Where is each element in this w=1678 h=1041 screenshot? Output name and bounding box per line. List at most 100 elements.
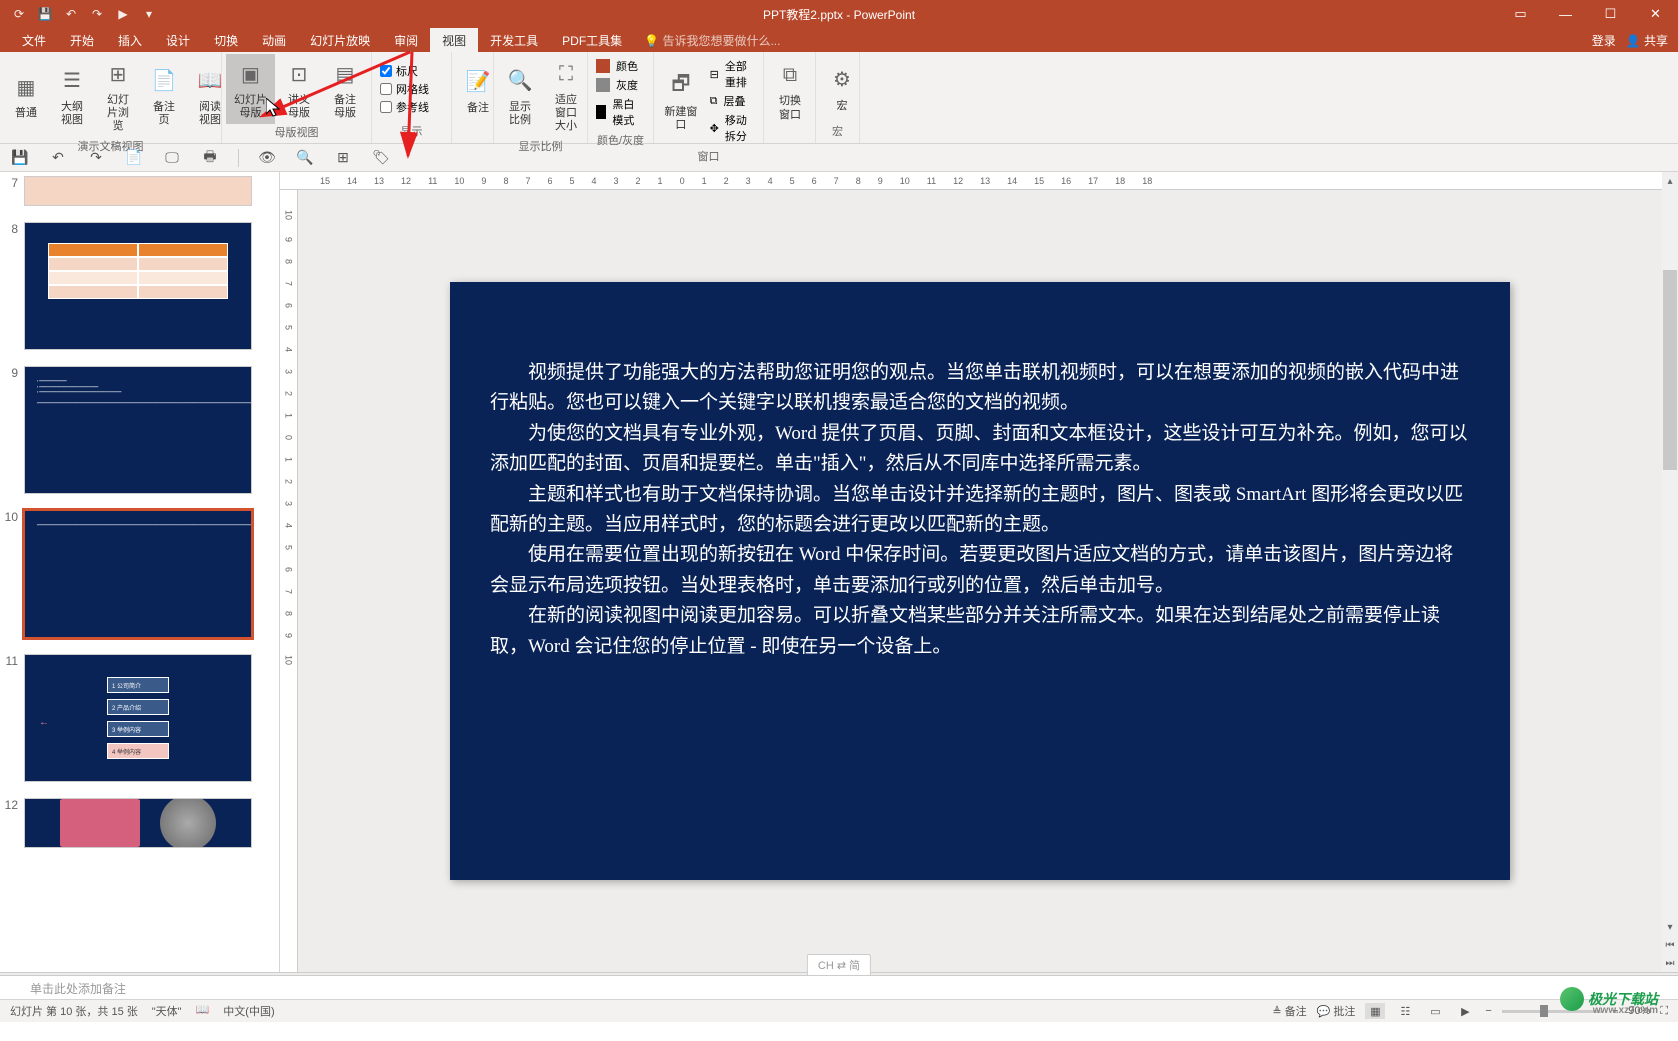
redo-icon[interactable]: ↷: [86, 3, 108, 25]
qat-more-icon[interactable]: ▾: [138, 3, 160, 25]
master-0[interactable]: ▣幻灯片母版: [226, 54, 275, 124]
show-check-1[interactable]: 网格线: [380, 81, 429, 97]
tag-icon[interactable]: 🏷: [371, 148, 391, 168]
redo-icon-2[interactable]: ↷: [86, 148, 106, 168]
color-swatch-icon: [596, 59, 610, 73]
eye-icon[interactable]: 👁: [257, 148, 277, 168]
zoom-icon: ⛶: [550, 58, 582, 90]
menu-tab-3[interactable]: 设计: [154, 28, 202, 53]
menu-tab-1[interactable]: 开始: [58, 28, 106, 53]
macro-button[interactable]: ⚙ 宏: [820, 60, 864, 117]
master-icon: ⊡: [283, 58, 315, 90]
new-window-button[interactable]: 🗗 新建窗口: [658, 66, 704, 136]
slide-thumb-11[interactable]: ← 1 公司简介2 产品介绍3 举例内容4 举例内容: [24, 654, 252, 782]
view-2[interactable]: ⊞幻灯片浏览: [96, 54, 140, 138]
menu-tab-7[interactable]: 审阅: [382, 28, 430, 53]
next-slide-icon[interactable]: ⏭: [1662, 954, 1678, 972]
autosave-icon[interactable]: ⟳: [8, 3, 30, 25]
thumb-number: 10: [4, 510, 24, 524]
minimize-button[interactable]: —: [1543, 0, 1588, 28]
reading-view-icon[interactable]: ▭: [1425, 1003, 1445, 1019]
color-mode-1[interactable]: 灰度: [596, 77, 645, 93]
window-opt-2[interactable]: ✥移动拆分: [710, 112, 755, 144]
thumb-nav-item: 2 产品介绍: [107, 699, 169, 715]
scrollbar-thumb[interactable]: [1663, 270, 1677, 470]
slide-paragraph: 为使您的文档具有专业外观，Word 提供了页眉、页脚、封面和文本框设计，这些设计…: [490, 419, 1470, 480]
undo-icon-2[interactable]: ↶: [48, 148, 68, 168]
show-check-2[interactable]: 参考线: [380, 99, 429, 115]
vertical-scrollbar[interactable]: ▴ ▾ ⏮ ⏭: [1662, 172, 1678, 972]
status-notes-button[interactable]: ≜ 备注: [1272, 1003, 1306, 1019]
slideshow-view-icon[interactable]: ▶: [1455, 1003, 1475, 1019]
nav-icon[interactable]: ⊞: [333, 148, 353, 168]
menu-tab-8[interactable]: 视图: [430, 28, 478, 53]
thumb-number: 7: [4, 176, 24, 190]
master-1[interactable]: ⊡讲义母版: [277, 54, 321, 124]
thumb-nav-item: 4 举例内容: [107, 743, 169, 759]
maximize-button[interactable]: ☐: [1588, 0, 1633, 28]
slide-thumb-12[interactable]: [24, 798, 252, 848]
close-button[interactable]: ✕: [1633, 0, 1678, 28]
login-button[interactable]: 登录: [1592, 32, 1616, 49]
new-icon[interactable]: 📄: [124, 148, 144, 168]
vertical-ruler: 10987654321012345678910: [280, 190, 298, 972]
color-mode-0[interactable]: 颜色: [596, 58, 645, 74]
menu-tab-9[interactable]: 开发工具: [478, 28, 550, 53]
status-comments-button[interactable]: 💬 批注: [1317, 1003, 1356, 1019]
zoom-1[interactable]: ⛶适应窗口大小: [544, 54, 588, 138]
color-mode-2[interactable]: 黑白模式: [596, 96, 645, 128]
master-icon: ▣: [235, 58, 267, 90]
slide-thumb-9[interactable]: ▪ ━━━━━━━━━━━━━▪ ━━━━━━━━━━━━━━━━━━━━━━━…: [24, 366, 252, 494]
slide-thumb-7[interactable]: [24, 176, 252, 206]
slide-paragraph: 在新的阅读视图中阅读更加容易。可以折叠文档某些部分并关注所需文本。如果在达到结尾…: [490, 601, 1470, 662]
thumb-nav-item: 1 公司简介: [107, 677, 169, 693]
group-label-zoom: 显示比例: [498, 138, 583, 156]
zoom-out-icon[interactable]: −: [1485, 1005, 1491, 1017]
scroll-down-icon[interactable]: ▾: [1662, 918, 1678, 936]
ime-indicator[interactable]: CH ⇄ 简: [807, 954, 871, 976]
group-label-show: 显示: [376, 123, 447, 141]
slide-thumb-8[interactable]: [24, 222, 252, 350]
search-icon[interactable]: 🔍: [295, 148, 315, 168]
show-check-0[interactable]: 标尺: [380, 63, 429, 79]
view-0[interactable]: ▦普通: [4, 67, 48, 124]
menu-tab-2[interactable]: 插入: [106, 28, 154, 53]
undo-icon[interactable]: ↶: [60, 3, 82, 25]
save-icon[interactable]: 💾: [34, 3, 56, 25]
switch-window-button[interactable]: ⧉ 切换窗口: [768, 55, 812, 125]
tell-me-search[interactable]: 💡 告诉我您想要做什么...: [644, 32, 780, 49]
scroll-up-icon[interactable]: ▴: [1662, 172, 1678, 190]
slide-thumb-10[interactable]: ━━━━━━━━━━━━━━━━━━━━━━━━━━━━━━━━━━━━━━━━…: [24, 510, 252, 638]
window-opt-1[interactable]: ⧉层叠: [710, 93, 755, 109]
menu-tab-6[interactable]: 幻灯片放映: [298, 28, 382, 53]
ribbon-options-icon[interactable]: ▭: [1498, 0, 1543, 28]
sorter-view-icon[interactable]: ☷: [1395, 1003, 1415, 1019]
menu-tab-5[interactable]: 动画: [250, 28, 298, 53]
thumb-number: 9: [4, 366, 24, 380]
share-button[interactable]: 👤 共享: [1626, 32, 1668, 49]
prev-slide-icon[interactable]: ⏮: [1662, 936, 1678, 954]
zoom-0[interactable]: 🔍显示比例: [498, 61, 542, 131]
view-1[interactable]: ☰大纲视图: [50, 61, 94, 131]
notes-pane[interactable]: 单击此处添加备注 CH ⇄ 简: [0, 975, 1678, 999]
notes-placeholder: 单击此处添加备注: [30, 982, 126, 996]
slideshow-icon-2[interactable]: 🖵: [162, 148, 182, 168]
window-opt-0[interactable]: ⊟全部重排: [710, 58, 755, 90]
status-spellcheck-icon[interactable]: 📖: [196, 1003, 210, 1019]
view-3[interactable]: 📄备注页: [142, 61, 186, 131]
main-slide-canvas[interactable]: 视频提供了功能强大的方法帮助您证明您的观点。当您单击联机视频时，可以在想要添加的…: [450, 282, 1510, 880]
fit-window-icon[interactable]: ⛶: [1660, 1005, 1668, 1018]
menu-tab-10[interactable]: PDF工具集: [550, 28, 634, 53]
normal-view-icon[interactable]: ▦: [1365, 1003, 1385, 1019]
status-slide-info: 幻灯片 第 10 张，共 15 张: [10, 1003, 138, 1019]
save-icon-2[interactable]: 💾: [10, 148, 30, 168]
start-slideshow-icon[interactable]: ▶: [112, 3, 134, 25]
menu-tab-0[interactable]: 文件: [10, 28, 58, 53]
master-2[interactable]: ▤备注母版: [323, 54, 367, 124]
menu-tab-4[interactable]: 切换: [202, 28, 250, 53]
slide-paragraph: 使用在需要位置出现的新按钮在 Word 中保存时间。若要更改图片适应文档的方式，…: [490, 540, 1470, 601]
group-label-window: 窗口: [658, 148, 759, 166]
status-language[interactable]: 中文(中国): [223, 1003, 274, 1019]
slide-thumbnails-panel[interactable]: 7 8 9 ▪ ━━━━━━━━━━━━━▪ ━━━━━━━━━━━━━━━━━…: [0, 172, 280, 972]
print-icon[interactable]: 🖶: [200, 148, 220, 168]
